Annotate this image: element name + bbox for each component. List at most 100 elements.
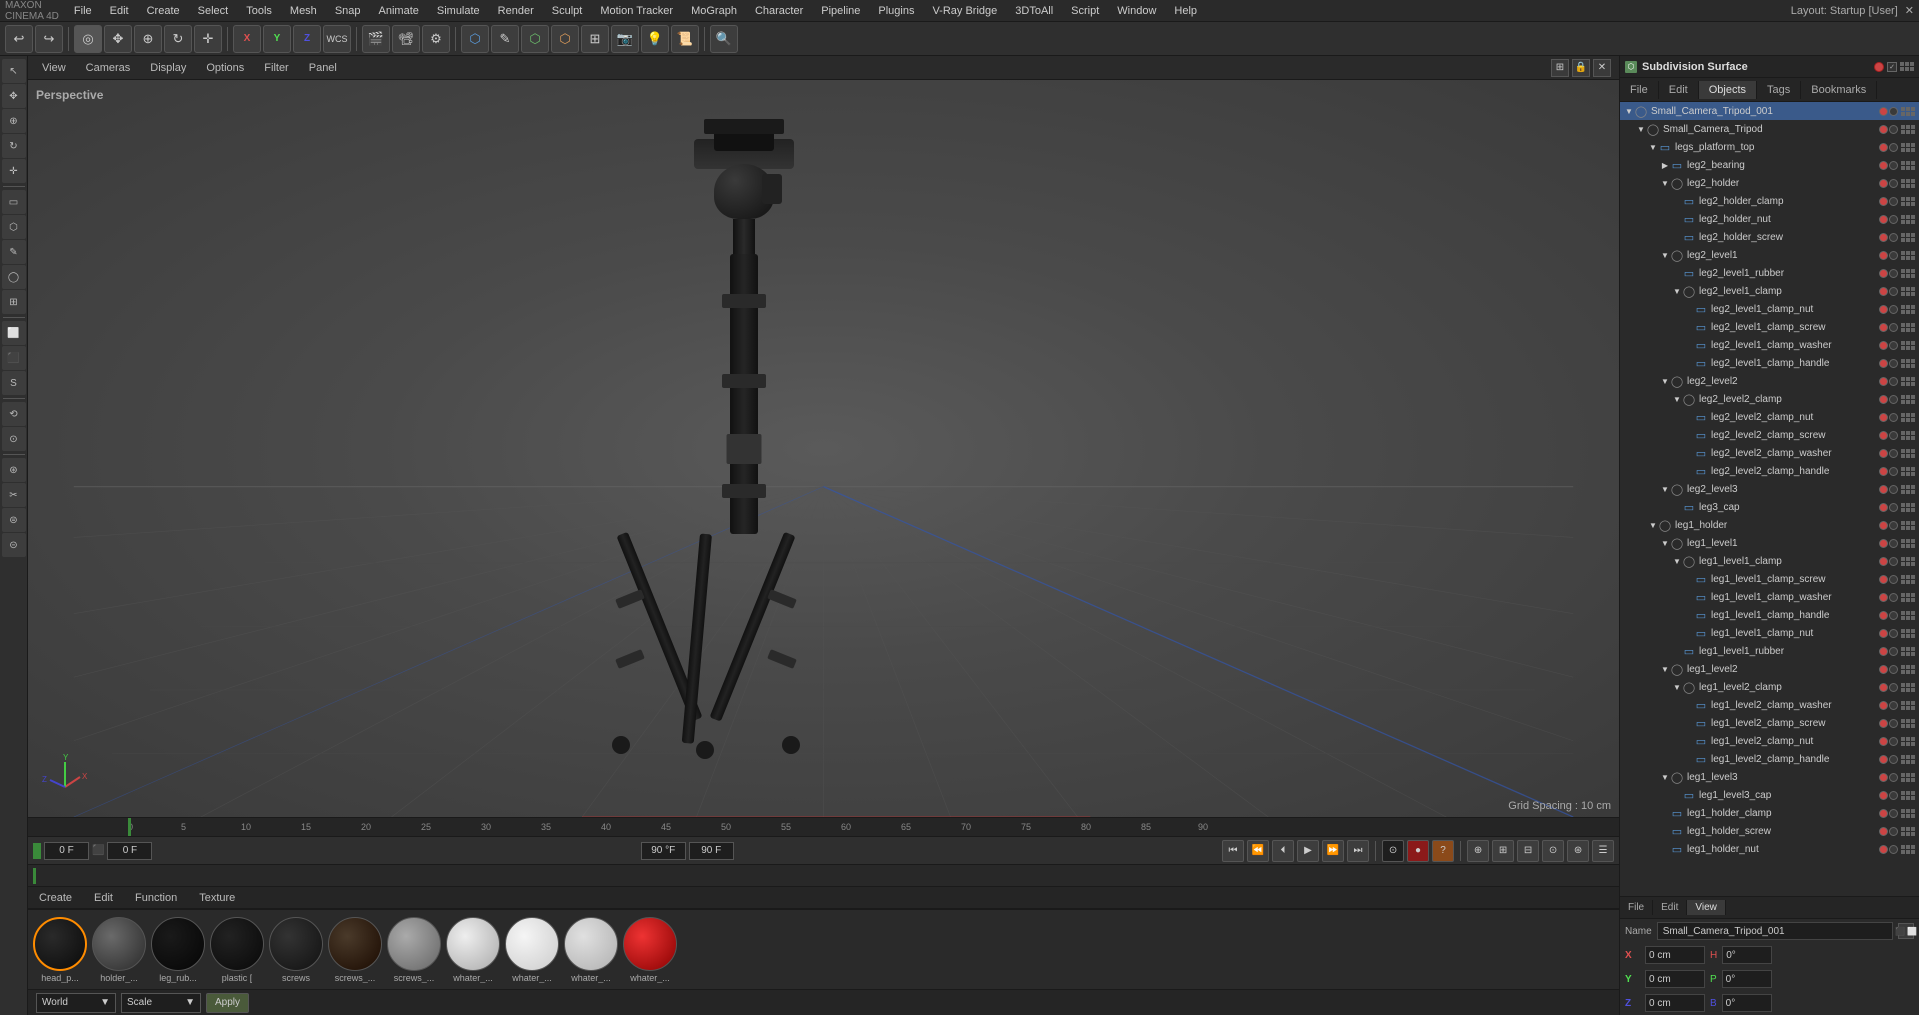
scripts-button[interactable]: 📜 (671, 25, 699, 53)
table-row[interactable]: ▭ leg2_level2_clamp_washer (1620, 444, 1919, 462)
viewport-cameras-menu[interactable]: Cameras (80, 60, 137, 76)
coord-y-input[interactable] (1645, 970, 1705, 988)
name-edit-icon[interactable]: ⬛ ⬜ (1898, 923, 1914, 939)
table-row[interactable]: ▶ ▭ leg2_bearing (1620, 156, 1919, 174)
table-row[interactable]: ▭ leg2_holder_nut (1620, 210, 1919, 228)
expand-arrow[interactable]: ▶ (1660, 161, 1670, 170)
material-texture-btn[interactable]: Texture (193, 890, 241, 906)
tab-tags[interactable]: Tags (1757, 81, 1801, 99)
material-whater-2[interactable]: whater_... (505, 917, 559, 983)
record-options-button[interactable]: ? (1432, 840, 1454, 862)
table-row[interactable]: ▭ leg1_level1_clamp_nut (1620, 624, 1919, 642)
material-whater-1[interactable]: whater_... (446, 917, 500, 983)
menu-help[interactable]: Help (1166, 3, 1205, 19)
viewport-view-menu[interactable]: View (36, 60, 72, 76)
left-tool-2[interactable]: ✥ (2, 84, 26, 108)
render-view-button[interactable]: 📽 (392, 25, 420, 53)
table-row[interactable]: ▭ leg1_level1_clamp_screw (1620, 570, 1919, 588)
undo-button[interactable]: ↩ (5, 25, 33, 53)
left-tool-15[interactable]: ⊙ (2, 427, 26, 451)
left-tool-13[interactable]: S (2, 371, 26, 395)
transform-button[interactable]: ✛ (194, 25, 222, 53)
left-tool-4[interactable]: ↻ (2, 134, 26, 158)
rotate-button[interactable]: ↻ (164, 25, 192, 53)
table-row[interactable]: ▭ leg1_holder_clamp (1620, 804, 1919, 822)
coord-h-input[interactable] (1722, 946, 1772, 964)
table-row[interactable]: ▭ leg1_holder_screw (1620, 822, 1919, 840)
material-create-btn[interactable]: Create (33, 890, 78, 906)
menu-character[interactable]: Character (747, 3, 811, 19)
material-screws-1[interactable]: screws_... (328, 917, 382, 983)
left-tool-17[interactable]: ✂ (2, 483, 26, 507)
goto-start-button[interactable]: ⏮ (1222, 840, 1244, 862)
goto-end-button[interactable]: ⏭ (1347, 840, 1369, 862)
table-row[interactable]: ▭ leg2_level1_clamp_nut (1620, 300, 1919, 318)
start-frame-field[interactable] (44, 842, 89, 860)
menu-simulate[interactable]: Simulate (429, 3, 488, 19)
left-tool-6[interactable]: ▭ (2, 190, 26, 214)
spline-button[interactable]: ✎ (491, 25, 519, 53)
table-row[interactable]: ▼ ◯ leg2_level1 (1620, 246, 1919, 264)
menu-mograph[interactable]: MoGraph (683, 3, 745, 19)
auto-record-button[interactable]: ● (1407, 840, 1429, 862)
menu-vray[interactable]: V-Ray Bridge (924, 3, 1005, 19)
table-row[interactable]: ▭ leg2_level2_clamp_screw (1620, 426, 1919, 444)
keyframe-nav-5[interactable]: ⊛ (1567, 840, 1589, 862)
table-row[interactable]: ▼ ◯ leg2_holder (1620, 174, 1919, 192)
scale-button[interactable]: ⊕ (134, 25, 162, 53)
viewport-expand-icon[interactable]: ⊞ (1551, 59, 1569, 77)
table-row[interactable]: ▼ ◯ Small_Camera_Tripod_001 (1620, 102, 1919, 120)
table-row[interactable]: ▭ leg1_level3_cap (1620, 786, 1919, 804)
light-button[interactable]: 💡 (641, 25, 669, 53)
left-tool-18[interactable]: ⊜ (2, 508, 26, 532)
table-row[interactable]: ▭ leg1_level2_clamp_screw (1620, 714, 1919, 732)
table-row[interactable]: ▼ ◯ leg1_level2_clamp (1620, 678, 1919, 696)
tab-objects[interactable]: Objects (1699, 81, 1757, 99)
table-row[interactable]: ▼ ◯ leg2_level3 (1620, 480, 1919, 498)
left-tool-1[interactable]: ↖ (2, 59, 26, 83)
table-row[interactable]: ▭ leg2_level2_clamp_handle (1620, 462, 1919, 480)
menu-render[interactable]: Render (490, 3, 542, 19)
redo-button[interactable]: ↪ (35, 25, 63, 53)
nurbs-button[interactable]: ⬡ (521, 25, 549, 53)
keyframe-nav-4[interactable]: ⊙ (1542, 840, 1564, 862)
material-whater-3[interactable]: whater_... (564, 917, 618, 983)
table-row[interactable]: ▼ ◯ leg2_level1_clamp (1620, 282, 1919, 300)
left-tool-16[interactable]: ⊛ (2, 458, 26, 482)
play-back-button[interactable]: ⏴ (1272, 840, 1294, 862)
left-tool-9[interactable]: ◯ (2, 265, 26, 289)
coord-z-input[interactable] (1645, 994, 1705, 1012)
table-row[interactable]: ▼ ◯ Small_Camera_Tripod (1620, 120, 1919, 138)
apply-button[interactable]: Apply (206, 993, 249, 1013)
left-tool-12[interactable]: ⬛ (2, 346, 26, 370)
expand-arrow[interactable]: ▼ (1672, 557, 1682, 566)
material-function-btn[interactable]: Function (129, 890, 183, 906)
menu-3dtoall[interactable]: 3DToAll (1007, 3, 1061, 19)
deformer-button[interactable]: ⬡ (551, 25, 579, 53)
timeline-track[interactable] (28, 865, 1619, 887)
left-tool-10[interactable]: ⊞ (2, 290, 26, 314)
table-row[interactable]: ▭ leg1_level2_clamp_nut (1620, 732, 1919, 750)
menu-animate[interactable]: Animate (371, 3, 427, 19)
left-tool-19[interactable]: ⊝ (2, 533, 26, 557)
viewport-filter-menu[interactable]: Filter (258, 60, 294, 76)
expand-arrow[interactable]: ▼ (1636, 125, 1646, 134)
viewport-options-menu[interactable]: Options (200, 60, 250, 76)
subdiv-check-toggle[interactable]: ✓ (1887, 62, 1897, 72)
table-row[interactable]: ▭ leg1_level2_clamp_washer (1620, 696, 1919, 714)
table-row[interactable]: ▼ ◯ leg2_level2 (1620, 372, 1919, 390)
coord-b-input[interactable] (1722, 994, 1772, 1012)
menu-script[interactable]: Script (1063, 3, 1107, 19)
keyframe-nav-1[interactable]: ⊕ (1467, 840, 1489, 862)
left-tool-7[interactable]: ⬡ (2, 215, 26, 239)
table-row[interactable]: ▼ ◯ leg1_level1 (1620, 534, 1919, 552)
expand-arrow[interactable]: ▼ (1660, 539, 1670, 548)
material-whater-red[interactable]: whater_... (623, 917, 677, 983)
record-button[interactable]: ⊙ (1382, 840, 1404, 862)
play-forward-button[interactable]: ⏩ (1322, 840, 1344, 862)
table-row[interactable]: ▭ leg1_level2_clamp_handle (1620, 750, 1919, 768)
table-row[interactable]: ▼ ◯ leg2_level2_clamp (1620, 390, 1919, 408)
table-row[interactable]: ▭ leg2_level1_rubber (1620, 264, 1919, 282)
menu-plugins[interactable]: Plugins (870, 3, 922, 19)
expand-arrow[interactable]: ▼ (1660, 773, 1670, 782)
